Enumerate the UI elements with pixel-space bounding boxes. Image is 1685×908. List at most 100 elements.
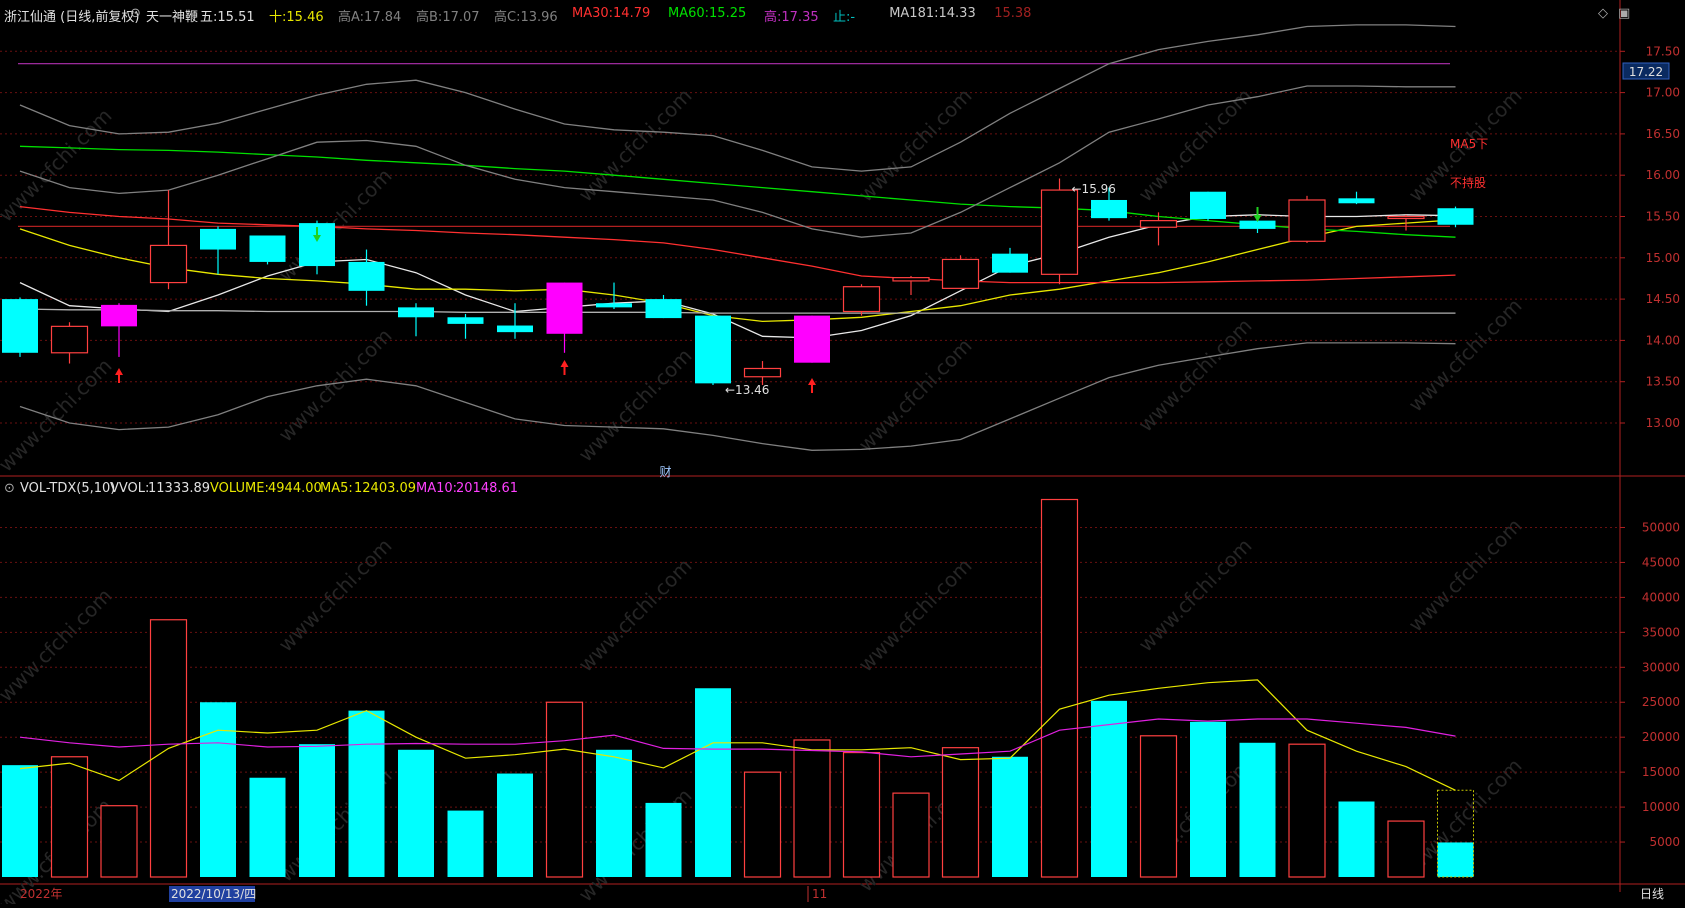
- field-value: -: [850, 10, 856, 25]
- vol-ma10-label: MA10:: [416, 481, 458, 496]
- watermark: www.cfchi.com: [854, 84, 977, 207]
- field-label: MA181:: [889, 6, 939, 21]
- field-value: 17.84: [364, 10, 402, 25]
- candle-body: [50, 325, 89, 354]
- vol-ma5-value: 12403.09: [354, 481, 417, 496]
- watermark: www.cfchi.com: [274, 534, 397, 657]
- price-header: 浙江仙通 (日线,前复权) ⊙ 天一神鞭 五:15.51 十:15.46 高A:17…: [0, 0, 1685, 26]
- price-tick-label: 16.00: [1646, 168, 1680, 182]
- indicator-menu-icon[interactable]: ⊙: [130, 6, 141, 21]
- indicator-name: 天一神鞭: [146, 10, 199, 25]
- vvol-label: VVOL:: [110, 481, 150, 496]
- field-label: 五:: [200, 10, 218, 25]
- field-value: 14.79: [613, 6, 651, 21]
- candle-body: [596, 303, 632, 308]
- volume-menu-icon[interactable]: ⊙: [4, 481, 15, 496]
- year-label: 2022年: [20, 887, 63, 901]
- field-value: 13.96: [520, 10, 558, 25]
- candle-body: [101, 304, 137, 327]
- indicator-field: MA181:14.33: [889, 6, 976, 21]
- month-label: 11: [812, 887, 827, 901]
- watermark: www.cfchi.com: [1134, 84, 1257, 207]
- volume-bar: [695, 688, 731, 877]
- field-label: 止:: [833, 10, 851, 25]
- watermark: www.cfchi.com: [574, 84, 697, 207]
- ma5-down-label: MA5下: [1450, 137, 1488, 151]
- volume-bar: [941, 747, 980, 878]
- volume-tick-label: 40000: [1642, 590, 1680, 604]
- ma-line-4: [19, 308, 1456, 314]
- volume-bar: [50, 756, 89, 878]
- collapse-icon[interactable]: ▣: [1618, 6, 1630, 21]
- volume-tick-label: 45000: [1642, 555, 1680, 569]
- candle-body: [892, 277, 930, 282]
- volume-tick-label: 50000: [1642, 520, 1680, 534]
- volume-bar: [1139, 735, 1178, 878]
- diamond-icon[interactable]: ◇: [1598, 6, 1608, 21]
- candle-body: [249, 235, 286, 262]
- field-value: 17.07: [442, 10, 480, 25]
- field-value: 15.51: [217, 10, 255, 25]
- price-tick-label: 16.50: [1646, 127, 1680, 141]
- volume-bar: [596, 749, 632, 877]
- indicator-field: MA30:14.79: [572, 6, 650, 21]
- watermark: www.cfchi.com: [274, 324, 397, 447]
- low-price-label: ←13.46: [725, 383, 769, 397]
- watermark: www.cfchi.com: [0, 104, 117, 227]
- watermark: www.cfchi.com: [0, 354, 117, 477]
- volume-tick-label: 30000: [1642, 660, 1680, 674]
- candle-body: [695, 315, 731, 384]
- price-tick-label: 14.50: [1646, 292, 1680, 306]
- volume-bar: [348, 710, 385, 877]
- candle-body: [1338, 198, 1375, 204]
- buy-arrow-icon: [560, 360, 569, 375]
- volume-bar: [299, 744, 335, 877]
- volume-bar: [1387, 820, 1425, 878]
- indicator-field: MA60:15.25: [668, 6, 746, 21]
- buy-arrow-icon: [808, 378, 816, 393]
- high-price-label: ←15.96: [1072, 182, 1116, 196]
- candle-body: [992, 253, 1028, 273]
- volume-tick-label: 20000: [1642, 730, 1680, 744]
- volume-bar: [1239, 742, 1276, 877]
- watermark: www.cfchi.com: [1134, 534, 1257, 657]
- field-value: 15.38: [994, 6, 1032, 21]
- field-label: MA30:: [572, 6, 614, 21]
- indicator-field: 15.38: [994, 6, 1031, 21]
- volume-bar: [992, 756, 1028, 877]
- vol-ma5-label: MA5:: [320, 481, 353, 496]
- candle-body: [941, 258, 980, 289]
- watermark: www.cfchi.com: [1134, 314, 1257, 437]
- price-tick-label: 13.50: [1646, 375, 1680, 389]
- indicator-field: 止:-: [833, 6, 855, 25]
- price-tick-label: 17.00: [1646, 86, 1680, 100]
- watermark: www.cfchi.com: [574, 554, 697, 677]
- stock-chart[interactable]: 13.00 13.50 14.00 14.50 15.00 15.50 16.00 16.50…: [0, 0, 1685, 908]
- indicator-field: 十:15.46: [269, 6, 324, 25]
- volume-label: VOLUME:: [210, 481, 269, 496]
- candle-body: [497, 325, 533, 333]
- candle-body: [743, 367, 782, 378]
- field-label: 高A:: [338, 10, 365, 25]
- volume-value: 4944.00: [268, 481, 322, 496]
- field-label: 高B:: [416, 10, 443, 25]
- volume-bar: [842, 751, 881, 878]
- volume-bar: [1040, 498, 1079, 878]
- volume-bar: [200, 702, 236, 877]
- not-hold-label: 不持股: [1450, 175, 1486, 190]
- candle-body: [645, 299, 682, 319]
- watermark: www.cfchi.com: [854, 334, 977, 457]
- candle-body: [1091, 199, 1127, 219]
- field-label: 高C:: [494, 10, 521, 25]
- date-label: 2022/10/13/四: [171, 887, 256, 901]
- chart-canvas[interactable]: 13.00 13.50 14.00 14.50 15.00 15.50 16.00 16.50…: [0, 0, 1685, 908]
- volume-tick-label: 25000: [1642, 695, 1680, 709]
- watermark: www.cfchi.com: [1404, 514, 1527, 637]
- candle-body: [1139, 220, 1178, 228]
- volume-header: ⊙ VOL-TDX(5,10) VVOL: 11333.89 VOLUME: 4…: [0, 478, 1600, 500]
- candle-body: [149, 244, 188, 284]
- price-tick-label: 17.50: [1646, 44, 1680, 58]
- volume-bar: [1288, 743, 1326, 878]
- price-tick-label: 15.50: [1646, 210, 1680, 224]
- candle-body: [348, 261, 385, 291]
